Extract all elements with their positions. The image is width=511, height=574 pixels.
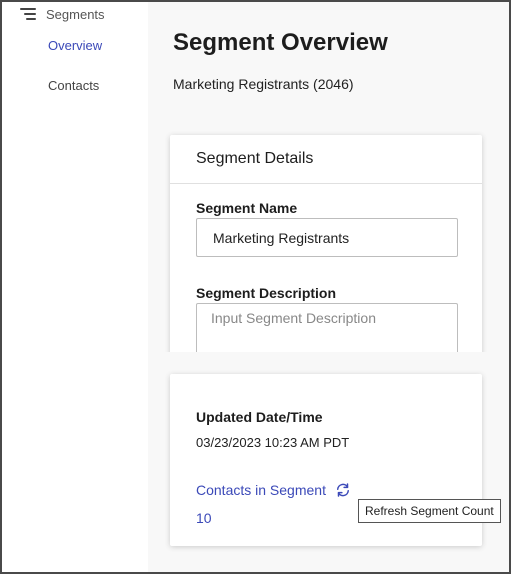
refresh-tooltip: Refresh Segment Count (358, 499, 501, 523)
page-title: Segment Overview (173, 29, 388, 56)
scroll-gap (148, 352, 509, 374)
segment-details-card: Segment Details Segment Name Segment Des… (170, 135, 482, 363)
segment-name-input[interactable] (196, 218, 458, 257)
updated-value: 03/23/2023 10:23 AM PDT (196, 435, 350, 450)
contacts-count: 10 (196, 510, 212, 526)
sidebar-item-overview[interactable]: Overview (48, 38, 102, 53)
hamburger-icon[interactable] (20, 8, 36, 20)
refresh-icon[interactable] (334, 481, 352, 499)
sidebar-header: Segments (20, 4, 105, 24)
segment-subtitle: Marketing Registrants (2046) (173, 76, 354, 92)
segment-name-label: Segment Name (196, 200, 298, 216)
main-content: Segment Overview Marketing Registrants (… (148, 2, 509, 572)
sidebar-item-contacts[interactable]: Contacts (48, 78, 99, 93)
sidebar: Segments Overview Contacts (2, 2, 148, 572)
sidebar-title: Segments (46, 6, 105, 22)
updated-label: Updated Date/Time (196, 409, 323, 425)
app-window: Segments Overview Contacts Segment Overv… (0, 0, 511, 574)
contacts-in-segment-link[interactable]: Contacts in Segment (196, 481, 352, 499)
contacts-in-segment-label: Contacts in Segment (196, 482, 326, 498)
segment-description-label: Segment Description (196, 285, 337, 301)
card-header: Segment Details (170, 135, 482, 184)
